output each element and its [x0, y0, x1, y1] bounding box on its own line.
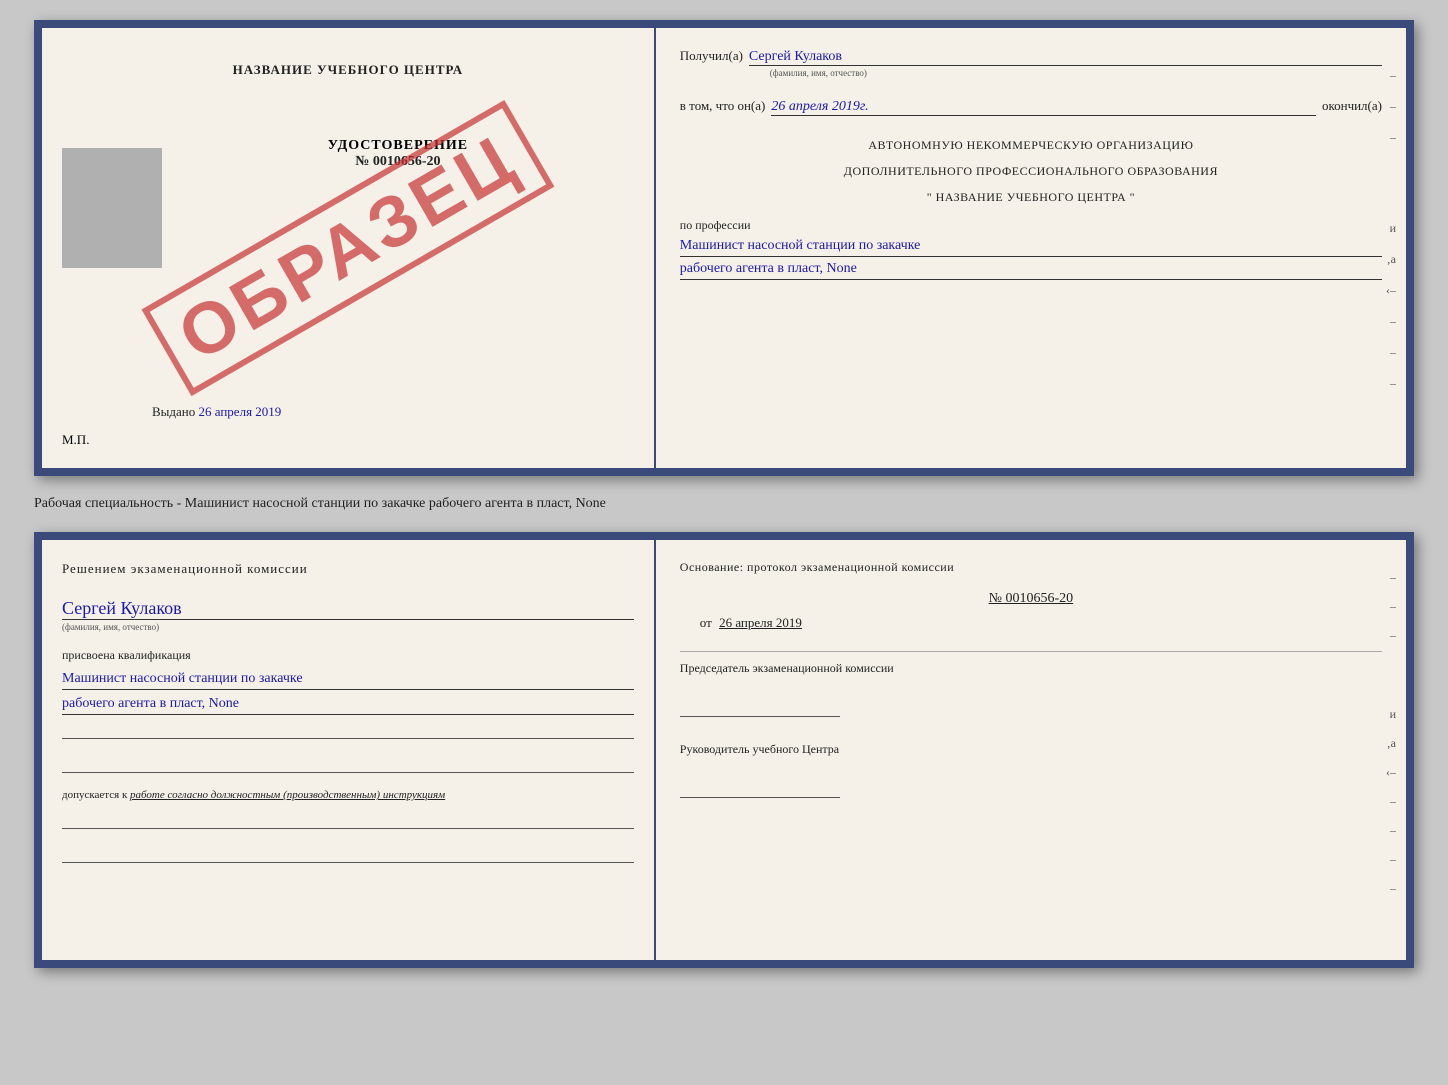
empty-line-4 [62, 845, 634, 863]
photo-placeholder [62, 148, 162, 268]
b-dash9: – [1390, 852, 1396, 867]
okonchil-label: окончил(а) [1322, 98, 1382, 114]
po-professii-label: по профессии [680, 218, 751, 232]
top-left-title: НАЗВАНИЕ УЧЕБНОГО ЦЕНТРА [62, 62, 634, 78]
top-doc-left: НАЗВАНИЕ УЧЕБНОГО ЦЕНТРА УДОСТОВЕРЕНИЕ №… [42, 28, 656, 468]
poluchil-label: Получил(а) [680, 48, 743, 64]
static-text-3: " НАЗВАНИЕ УЧЕБНОГО ЦЕНТРА " [680, 188, 1382, 206]
poluchil-group: Получил(а) Сергей Кулаков (фамилия, имя,… [680, 48, 1382, 78]
vtom-line: в том, что он(а) 26 апреля 2019г. окончи… [680, 98, 1382, 116]
profession-group: по профессии Машинист насосной станции п… [680, 216, 1382, 280]
right-dashes: – – – и ‚а ‹– – – – [1386, 68, 1396, 391]
bottom-document: Решением экзаменационной комиссии Сергей… [34, 532, 1414, 968]
b-dash8: – [1390, 823, 1396, 838]
b-dash1: – [1390, 570, 1396, 585]
b-dash10: – [1390, 881, 1396, 896]
prisvoena-label: присвоена квалификация [62, 648, 634, 663]
protocol-date-block: от 26 апреля 2019 [680, 615, 1382, 631]
dash8: – [1390, 345, 1396, 360]
mp-block: М.П. [62, 432, 89, 448]
poluchil-hint: (фамилия, имя, отчество) [770, 68, 1382, 78]
b-dash5: ‚а [1387, 736, 1396, 751]
dash6: ‹– [1386, 283, 1396, 298]
protocol-number: № 0010656-20 [680, 591, 1382, 607]
empty-line-3 [62, 811, 634, 829]
dash4: и [1390, 221, 1396, 236]
bottom-doc-left: Решением экзаменационной комиссии Сергей… [42, 540, 656, 960]
separator1 [680, 651, 1382, 652]
bottom-right-dashes: – – – и ‚а ‹– – – – – [1386, 570, 1396, 896]
profession-line1: Машинист насосной станции по закачке [680, 238, 1382, 257]
poluchil-line: Получил(а) Сергей Кулаков [680, 48, 1382, 66]
dash1: – [1390, 68, 1396, 83]
qualification-line2: рабочего агента в пласт, None [62, 696, 634, 715]
komissia-title: Решением экзаменационной комиссии [62, 560, 634, 578]
b-dash3: – [1390, 628, 1396, 643]
vtom-date: 26 апреля 2019г. [771, 99, 1316, 116]
vydano-block: Выдано 26 апреля 2019 [152, 404, 281, 420]
protocol-date-value: 26 апреля 2019 [719, 615, 802, 630]
b-dash7: – [1390, 794, 1396, 809]
dopuskaetsya-value: работе согласно должностным (производств… [130, 789, 445, 801]
predsedatel-block: Председатель экзаменационной комиссии [680, 660, 1382, 717]
dopuskaetsya-label: допускается к [62, 789, 127, 801]
top-document: НАЗВАНИЕ УЧЕБНОГО ЦЕНТРА УДОСТОВЕРЕНИЕ №… [34, 20, 1414, 476]
vydano-label: Выдано [152, 404, 195, 419]
udostoverenie-block: УДОСТОВЕРЕНИЕ № 0010656-20 [162, 138, 634, 170]
protocol-date-prefix: от [700, 615, 712, 630]
vydano-date: 26 апреля 2019 [199, 404, 282, 419]
empty-line-1 [62, 721, 634, 739]
qualification-line1: Машинист насосной станции по закачке [62, 671, 634, 690]
empty-line-2 [62, 755, 634, 773]
b-dash2: – [1390, 599, 1396, 614]
caption-text: Рабочая специальность - Машинист насосно… [34, 492, 1414, 516]
static-text-1: АВТОНОМНУЮ НЕКОММЕРЧЕСКУЮ ОРГАНИЗАЦИЮ [680, 136, 1382, 154]
profession-line2: рабочего агента в пласт, None [680, 261, 1382, 280]
dash3: – [1390, 130, 1396, 145]
dash5: ‚а [1387, 252, 1396, 267]
dash7: – [1390, 314, 1396, 329]
udostoverenie-number: № 0010656-20 [162, 154, 634, 170]
dash9: – [1390, 376, 1396, 391]
dopuskaetsya-block: допускается к работе согласно должностны… [62, 789, 634, 801]
b-dash6: ‹– [1386, 765, 1396, 780]
rukovoditel-block: Руководитель учебного Центра [680, 741, 1382, 798]
top-doc-right: – – – и ‚а ‹– – – – Получил(а) Сергей Ку… [656, 28, 1406, 468]
vtom-group: в том, что он(а) 26 апреля 2019г. окончи… [680, 98, 1382, 116]
rukovoditel-signature [680, 778, 840, 798]
udostoverenie-label: УДОСТОВЕРЕНИЕ [162, 138, 634, 154]
predsedatel-signature [680, 697, 840, 717]
b-dash4: и [1390, 707, 1396, 722]
bottom-doc-right: – – – и ‚а ‹– – – – – Основание: протоко… [656, 540, 1406, 960]
name-hint: (фамилия, имя, отчество) [62, 622, 634, 632]
rukovoditel-label: Руководитель учебного Центра [680, 741, 1382, 758]
name-field: Сергей Кулаков [62, 598, 634, 620]
poluchil-value: Сергей Кулаков [749, 49, 1382, 66]
vtom-label: в том, что он(а) [680, 98, 766, 114]
predsedatel-label: Председатель экзаменационной комиссии [680, 660, 1382, 677]
static-text-2: ДОПОЛНИТЕЛЬНОГО ПРОФЕССИОНАЛЬНОГО ОБРАЗО… [680, 162, 1382, 180]
dash2: – [1390, 99, 1396, 114]
osnov-label: Основание: протокол экзаменационной коми… [680, 560, 1382, 575]
